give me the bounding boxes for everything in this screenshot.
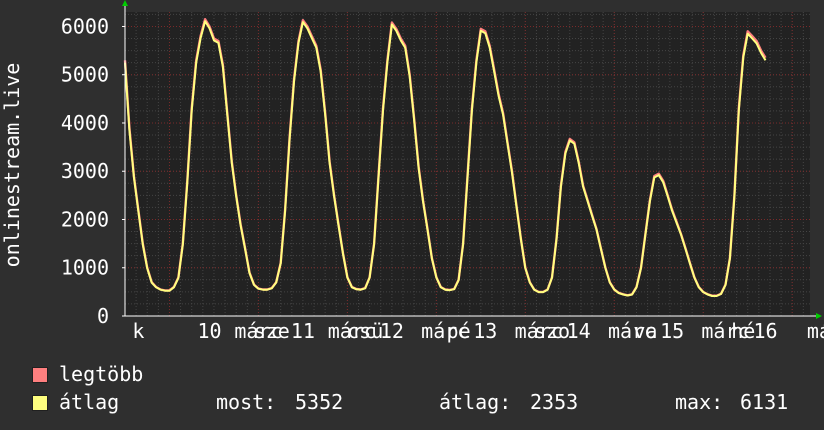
stat-most-label: most: xyxy=(216,390,277,414)
x-tick-label: sze xyxy=(254,319,290,343)
stat-max-value: 6131 xyxy=(740,390,789,414)
legend-label-max: legtöbb xyxy=(59,362,144,386)
legend-swatch-avg xyxy=(32,395,48,411)
x-tick-label: 13 xyxy=(473,319,497,343)
stat-avg-value: 2353 xyxy=(530,390,579,414)
stat-max-label: max: xyxy=(675,390,724,414)
x-tick-label: pé xyxy=(447,319,471,343)
x-tick-label: má xyxy=(807,319,824,343)
y-axis-label: onlinestream.live xyxy=(0,63,24,268)
legend-label-avg: átlag xyxy=(59,390,120,414)
x-tick-label: hé xyxy=(731,319,755,343)
y-tick-label: 6000 xyxy=(61,14,109,38)
x-tick-label: szo xyxy=(534,319,570,343)
x-tick-label: va xyxy=(633,319,657,343)
x-tick-label: 10 xyxy=(197,319,221,343)
y-tick-label: 5000 xyxy=(61,63,109,87)
y-tick-label: 2000 xyxy=(61,207,109,231)
x-tick-labels: k 10 márcsze 11 márccsü12 márcpé 13 márcszo14 má… xyxy=(132,319,824,343)
stat-avg-label: átlag: xyxy=(439,390,512,414)
x-tick-label: csü xyxy=(347,319,383,343)
y-tick-label: 3000 xyxy=(61,159,109,183)
x-tick-label: 14 xyxy=(567,319,591,343)
stat-most-value: 5352 xyxy=(295,390,344,414)
x-tick-label: 11 xyxy=(291,319,315,343)
y-tick-label: 1000 xyxy=(61,256,109,280)
y-axis-arrow-icon xyxy=(122,0,128,6)
x-tick-label: 12 xyxy=(380,319,404,343)
y-tick-label: 4000 xyxy=(61,111,109,135)
x-tick-label: 15 xyxy=(660,319,684,343)
y-tick-labels: 0 1000 2000 3000 4000 5000 6000 xyxy=(61,14,125,328)
y-tick-label: 0 xyxy=(97,304,109,328)
x-tick-label: k xyxy=(132,319,144,343)
legend-swatch-max xyxy=(32,367,48,383)
x-tick-label: 16 xyxy=(753,319,777,343)
